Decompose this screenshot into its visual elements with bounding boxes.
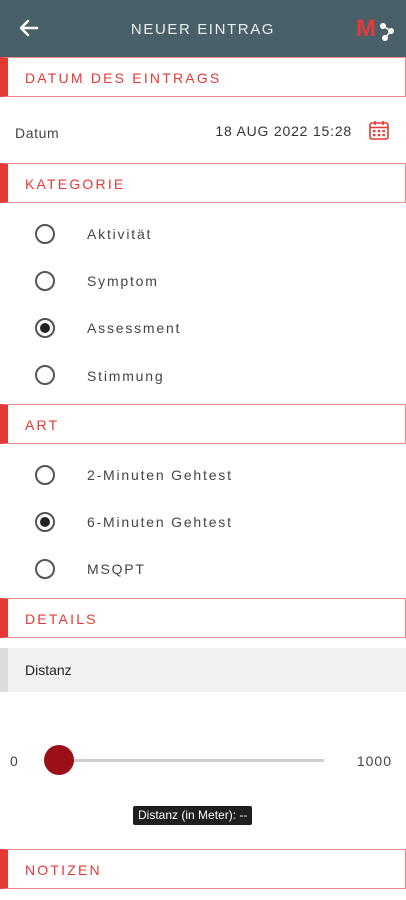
section-header-details: DETAILS	[0, 598, 406, 638]
radio-button-selected[interactable]	[35, 512, 55, 532]
section-title: ART	[25, 417, 60, 433]
radio-label: 6-Minuten Gehtest	[87, 514, 233, 530]
radio-label: Assessment	[87, 320, 182, 336]
app-header: NEUER EINTRAG M	[0, 0, 406, 57]
date-label: Datum	[15, 125, 60, 141]
slider-max-label: 1000	[356, 753, 392, 769]
section-header-art: ART	[0, 404, 406, 444]
radio-label: Symptom	[87, 273, 159, 289]
radio-label: Aktivität	[87, 226, 153, 242]
section-header-kategorie: KATEGORIE	[0, 163, 406, 203]
distance-label: Distanz	[25, 662, 72, 678]
radio-label: 2-Minuten Gehtest	[87, 467, 233, 483]
distance-slider-track[interactable]	[58, 759, 324, 762]
radio-label: MSQPT	[87, 561, 146, 577]
svg-text:M: M	[356, 15, 376, 42]
distance-slider-thumb[interactable]	[44, 745, 74, 775]
section-title: NOTIZEN	[25, 862, 102, 878]
radio-button-selected[interactable]	[35, 318, 55, 338]
section-header-datum: DATUM DES EINTRAGS	[0, 57, 406, 97]
page-title: NEUER EINTRAG	[130, 21, 276, 38]
section-header-notizen: NOTIZEN	[0, 849, 406, 889]
section-title: DATUM DES EINTRAGS	[25, 70, 222, 86]
radio-button[interactable]	[35, 465, 55, 485]
field-edge	[0, 648, 8, 692]
radio-button[interactable]	[35, 365, 55, 385]
slider-min-label: 0	[10, 753, 19, 769]
radio-button[interactable]	[35, 271, 55, 291]
section-title: KATEGORIE	[25, 176, 126, 192]
radio-button[interactable]	[35, 559, 55, 579]
date-value[interactable]: 18 AUG 2022 15:28	[215, 123, 352, 139]
radio-label: Stimmung	[87, 368, 165, 384]
section-title: DETAILS	[25, 611, 98, 627]
radio-button[interactable]	[35, 224, 55, 244]
slider-value-tooltip: Distanz (in Meter): --	[133, 806, 253, 825]
calendar-icon[interactable]	[368, 119, 390, 141]
distance-field: Distanz	[0, 648, 406, 692]
app-logo: M	[356, 15, 394, 42]
